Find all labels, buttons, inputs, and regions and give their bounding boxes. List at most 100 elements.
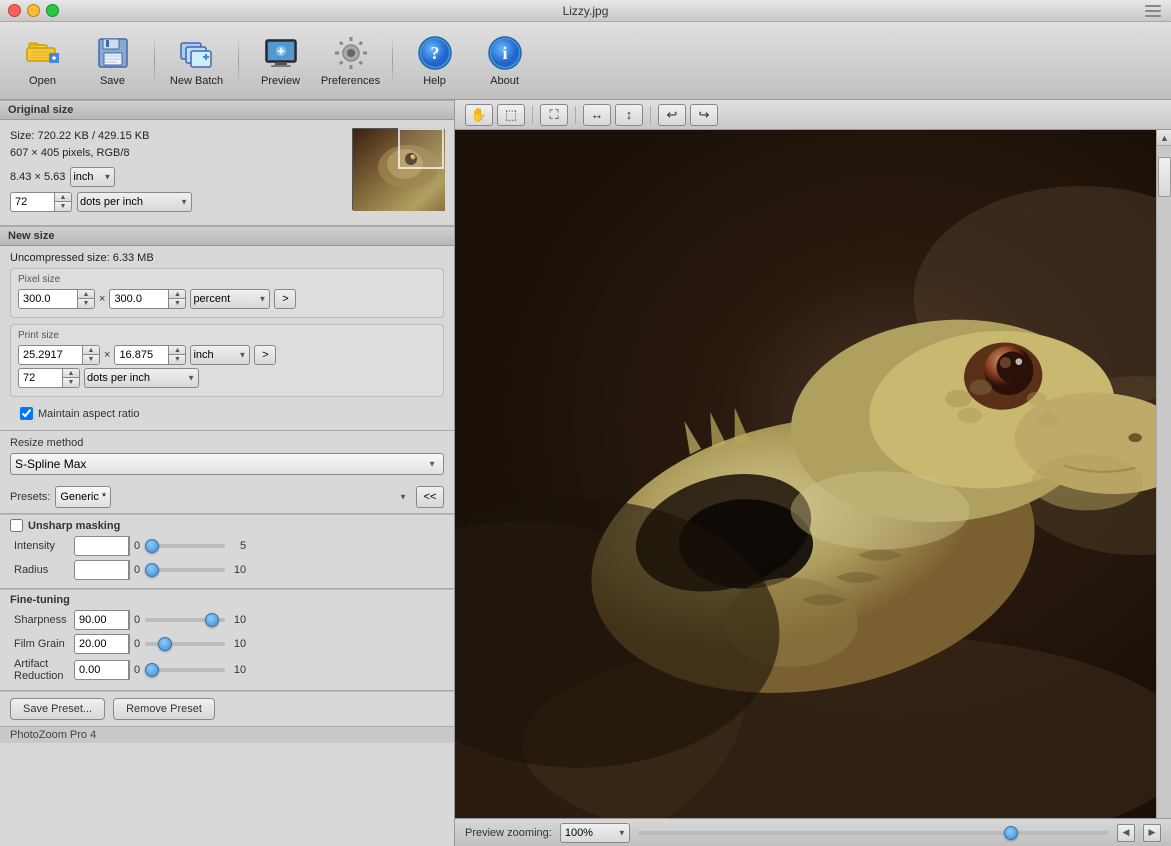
- dpi-down-button[interactable]: ▼: [55, 202, 71, 211]
- radius-up[interactable]: ▲: [129, 561, 130, 570]
- filmgrain-input[interactable]: [74, 634, 129, 654]
- px-height-input[interactable]: [109, 289, 169, 309]
- print-width-down[interactable]: ▼: [83, 355, 99, 364]
- radius-down[interactable]: ▼: [129, 570, 130, 579]
- save-preset-button[interactable]: Save Preset...: [10, 698, 105, 720]
- scroll-right-button[interactable]: ▶: [1143, 824, 1161, 842]
- aspect-ratio-label[interactable]: Maintain aspect ratio: [38, 408, 140, 420]
- preview-button[interactable]: Preview: [248, 27, 313, 95]
- about-label: About: [490, 75, 519, 87]
- radius-slider[interactable]: [145, 568, 225, 572]
- sharpness-down[interactable]: ▼: [129, 620, 130, 629]
- radius-row: Radius ▲ ▼ 0 10: [10, 560, 444, 580]
- scrollbar-track: [1157, 146, 1171, 830]
- sharpness-up[interactable]: ▲: [129, 611, 130, 620]
- flip-v-button[interactable]: ↕: [615, 104, 643, 126]
- radius-input[interactable]: [74, 560, 129, 580]
- fine-tuning-header: Fine-tuning: [10, 594, 444, 606]
- px-unit-select[interactable]: percent pixels: [190, 289, 270, 309]
- toolbar-separator-2: [238, 36, 239, 86]
- save-label: Save: [100, 75, 125, 87]
- px-width-input[interactable]: [18, 289, 78, 309]
- sharpness-input-wrapper: ▲ ▼: [74, 610, 129, 630]
- intensity-down[interactable]: ▼: [129, 546, 130, 555]
- aspect-ratio-checkbox[interactable]: [20, 407, 33, 420]
- intensity-slider[interactable]: [145, 544, 225, 548]
- pixel-size-row: ▲ ▼ × ▲ ▼ percent: [18, 289, 436, 309]
- print-dpi-down[interactable]: ▼: [63, 378, 79, 387]
- scroll-left-button[interactable]: ◀: [1117, 824, 1135, 842]
- preferences-button[interactable]: Preferences: [318, 27, 383, 95]
- zoom-slider[interactable]: [638, 831, 1109, 835]
- print-height-down[interactable]: ▼: [169, 355, 185, 364]
- filmgrain-slider[interactable]: [145, 642, 225, 646]
- toolbar-separator-3: [392, 36, 393, 86]
- px-width-down[interactable]: ▼: [78, 299, 94, 308]
- filmgrain-spinner-btns: ▲ ▼: [129, 634, 130, 654]
- new-batch-button[interactable]: New Batch: [164, 27, 229, 95]
- print-dpi-unit-select[interactable]: dots per inch: [84, 368, 199, 388]
- px-height-up[interactable]: ▲: [169, 290, 185, 299]
- artifact-down[interactable]: ▼: [129, 670, 130, 679]
- preview-status-bar: Preview zooming: 100% 50% 200% Fit ▼ ◀ ▶: [455, 818, 1171, 846]
- maximize-button[interactable]: [46, 4, 59, 17]
- dpi-unit-select[interactable]: dots per inch: [77, 192, 192, 212]
- new-batch-icon: [179, 35, 215, 71]
- about-icon: i: [487, 35, 523, 71]
- rotate-left-button[interactable]: ↩: [658, 104, 686, 126]
- print-height-up[interactable]: ▲: [169, 346, 185, 355]
- px-height-down[interactable]: ▼: [169, 299, 185, 308]
- sharpness-input[interactable]: [74, 610, 129, 630]
- vertical-scrollbar[interactable]: ▲ ▼: [1156, 130, 1171, 846]
- preview-icon: [263, 35, 299, 71]
- scrollbar-thumb[interactable]: [1158, 157, 1171, 197]
- select-tool-button[interactable]: ⬚: [497, 104, 525, 126]
- print-height-input[interactable]: [114, 345, 169, 365]
- width-unit-select[interactable]: inch: [70, 167, 115, 187]
- main-layout: Original size: [0, 100, 1171, 846]
- zoom-select[interactable]: 100% 50% 200% Fit: [560, 823, 630, 843]
- dpi-up-button[interactable]: ▲: [55, 193, 71, 202]
- print-dpi-input[interactable]: [18, 368, 63, 388]
- help-button[interactable]: ? Help: [402, 27, 467, 95]
- file-size: Size: 720.22 KB / 429.15 KB: [10, 130, 149, 142]
- px-apply-button[interactable]: >: [274, 289, 296, 309]
- unsharp-checkbox[interactable]: [10, 519, 23, 532]
- artifact-input-wrapper: ▲ ▼: [74, 660, 129, 680]
- remove-preset-button[interactable]: Remove Preset: [113, 698, 215, 720]
- new-size-header: New size: [0, 226, 454, 246]
- intensity-up[interactable]: ▲: [129, 537, 130, 546]
- image-toolbar: ✋ ⬚ ⛶ ↔ ↕ ↩ ↪: [455, 100, 1171, 130]
- zoom-fit-button[interactable]: ⛶: [540, 104, 568, 126]
- dpi-input[interactable]: 72: [10, 192, 55, 212]
- unsharp-label[interactable]: Unsharp masking: [28, 520, 120, 532]
- print-unit-select[interactable]: inch cm: [190, 345, 250, 365]
- print-dpi-up[interactable]: ▲: [63, 369, 79, 378]
- hand-tool-button[interactable]: ✋: [465, 104, 493, 126]
- artifact-slider[interactable]: [145, 668, 225, 672]
- rotate-right-button[interactable]: ↪: [690, 104, 718, 126]
- collapse-button[interactable]: <<: [416, 486, 444, 508]
- about-button[interactable]: i About: [472, 27, 537, 95]
- print-width-input[interactable]: [18, 345, 83, 365]
- artifact-spinner-btns: ▲ ▼: [129, 660, 130, 680]
- artifact-input[interactable]: [74, 660, 129, 680]
- scrollbar-up-arrow[interactable]: ▲: [1157, 130, 1171, 146]
- open-button[interactable]: Open: [10, 27, 75, 95]
- resize-method-select[interactable]: S-Spline Max S-Spline Lanczos Bicubic: [10, 453, 444, 475]
- flip-h-button[interactable]: ↔: [583, 104, 611, 126]
- filmgrain-up[interactable]: ▲: [129, 635, 130, 644]
- print-apply-button[interactable]: >: [254, 345, 276, 365]
- sharpness-slider[interactable]: [145, 618, 225, 622]
- filmgrain-down[interactable]: ▼: [129, 644, 130, 653]
- presets-select[interactable]: Generic *: [55, 486, 111, 508]
- dpi-spinner-buttons: ▲ ▼: [55, 192, 72, 212]
- intensity-input[interactable]: [74, 536, 129, 556]
- print-width-up[interactable]: ▲: [83, 346, 99, 355]
- save-button[interactable]: Save: [80, 27, 145, 95]
- close-button[interactable]: [8, 4, 21, 17]
- minimize-button[interactable]: [27, 4, 40, 17]
- artifact-up[interactable]: ▲: [129, 661, 130, 670]
- px-width-up[interactable]: ▲: [78, 290, 94, 299]
- window-controls[interactable]: [8, 4, 59, 17]
